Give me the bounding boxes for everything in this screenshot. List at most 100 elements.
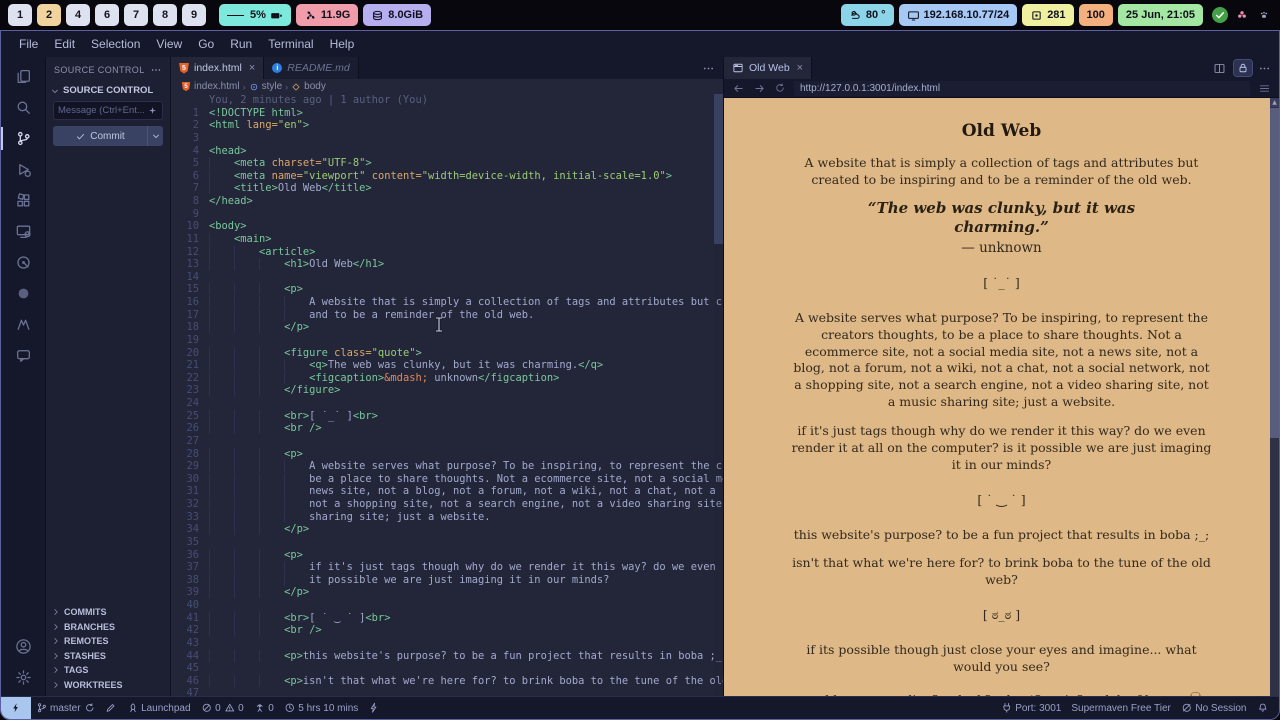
activity-docker[interactable] <box>1 278 45 309</box>
close-icon[interactable]: × <box>249 62 255 74</box>
network-badge[interactable]: 192.168.10.77/24 <box>898 4 1018 26</box>
menu-item-go[interactable]: Go <box>190 34 222 54</box>
code-editor[interactable]: You, 2 minutes ago | 1 author (You) 1 <!DO… <box>171 94 723 696</box>
line-content <box>209 687 723 696</box>
battery-badge[interactable]: 5% <box>219 4 291 26</box>
statusbar-port[interactable]: Port: 3001 <box>996 697 1067 719</box>
workspace-button-9[interactable]: 9 <box>182 4 206 26</box>
memory-badge[interactable]: 11.9G <box>295 4 359 26</box>
activity-live-share[interactable] <box>1 247 45 278</box>
statusbar-launchpad[interactable]: Launchpad <box>122 697 196 719</box>
activity-extensions[interactable] <box>1 185 45 216</box>
menu-item-terminal[interactable]: Terminal <box>260 34 321 54</box>
workspace-button-8[interactable]: 8 <box>153 4 177 26</box>
workspace-button-7[interactable]: 7 <box>124 4 148 26</box>
forward-icon[interactable] <box>753 82 766 95</box>
tray-flower[interactable] <box>1234 7 1250 23</box>
section-worktrees[interactable]: WORKTREES <box>46 678 170 693</box>
activity-search[interactable] <box>1 92 45 123</box>
preview-scrollbar-thumb[interactable] <box>1270 108 1279 438</box>
sparkle-icon[interactable] <box>147 105 158 116</box>
url-input[interactable]: http://127.0.0.1:3001/index.html <box>794 80 1250 96</box>
activity-remote-explorer[interactable] <box>1 216 45 247</box>
indent-guide <box>209 359 310 372</box>
activity-chat[interactable] <box>1 340 45 371</box>
lock-icon[interactable] <box>1233 59 1253 77</box>
volume-badge[interactable]: 100 <box>1078 4 1113 26</box>
section-branches[interactable]: BRANCHES <box>46 620 170 635</box>
menu-item-file[interactable]: File <box>11 34 46 54</box>
commit-message-input[interactable] <box>58 105 144 116</box>
source-control-section-row[interactable]: SOURCE CONTROL <box>46 83 170 98</box>
token: it possible we are just imaging it in ou… <box>309 573 610 586</box>
workspace-button-1[interactable]: 1 <box>8 4 32 26</box>
weather-badge[interactable]: 80 ° <box>840 4 894 26</box>
hamburger-menu-icon[interactable] <box>1258 82 1271 95</box>
commit-button[interactable]: Commit <box>53 126 163 146</box>
editor-scrollbar[interactable] <box>714 94 723 696</box>
tab-index-html[interactable]: 5 index.html × <box>171 57 265 79</box>
section-tags[interactable]: TAGS <box>46 663 170 678</box>
split-editor-icon[interactable] <box>1210 60 1228 76</box>
token: not a shopping site, not a search engine… <box>309 498 723 510</box>
activity-settings[interactable] <box>1 665 45 696</box>
menu-item-edit[interactable]: Edit <box>46 34 83 54</box>
statusbar-git-branch[interactable]: master <box>31 697 101 719</box>
workspace-button-2[interactable]: 2 <box>37 4 61 26</box>
breadcrumb-item-style[interactable]: style <box>262 81 283 92</box>
line-content: <br>[ ˙ ‿ ˙ ]<br> <box>209 611 723 625</box>
reload-icon[interactable] <box>774 82 786 94</box>
tray-paw[interactable] <box>1256 7 1272 23</box>
activity-accounts[interactable] <box>1 634 45 665</box>
line-number: 34 <box>186 523 199 536</box>
line-content: <meta charset="UTF-8"> <box>209 157 723 170</box>
disk-badge[interactable]: 8.0GiB <box>363 4 432 26</box>
menu-item-selection[interactable]: Selection <box>83 34 148 54</box>
preview-scrollbar[interactable]: ▲ <box>1270 98 1279 696</box>
code-line: 40 <box>171 599 723 612</box>
section-stashes[interactable]: STASHES <box>46 649 170 664</box>
menu-item-view[interactable]: View <box>148 34 190 54</box>
statusbar-session[interactable]: No Session <box>1176 697 1252 719</box>
statusbar-supermaven-status[interactable]: Supermaven Free Tier <box>1066 697 1176 719</box>
indent-guide <box>209 586 285 599</box>
statusbar-gitlens[interactable] <box>100 697 122 719</box>
activity-run-and-debug[interactable] <box>1 154 45 185</box>
statusbar-power-mode[interactable] <box>363 697 385 719</box>
activity-supermaven[interactable] <box>1 309 45 340</box>
breadcrumb-item-body[interactable]: body <box>304 81 326 92</box>
activity-source-control[interactable] <box>1 123 45 154</box>
breadcrumb-item-indexhtml[interactable]: index.html <box>194 81 240 92</box>
rendered-page: Old Web A website that is simply a collec… <box>724 98 1279 696</box>
editor-more-actions[interactable] <box>694 57 723 79</box>
editor-scrollbar-thumb[interactable] <box>714 94 723 244</box>
activity-explorer[interactable] <box>1 61 45 92</box>
workspace-button-4[interactable]: 4 <box>66 4 90 26</box>
tab-readme-md[interactable]: i README.md <box>264 57 359 79</box>
commit-dropdown[interactable] <box>147 126 163 146</box>
statusbar-problems[interactable]: 00 <box>196 697 249 719</box>
scroll-up-arrow[interactable]: ▲ <box>1270 98 1279 107</box>
more-actions-icon[interactable] <box>1258 62 1271 75</box>
workspace-button-6[interactable]: 6 <box>95 4 119 26</box>
menu-item-run[interactable]: Run <box>222 34 260 54</box>
menu-item-help[interactable]: Help <box>322 34 363 54</box>
statusbar-wakatime[interactable]: 5 hrs 10 mins <box>279 697 364 719</box>
tray-check[interactable] <box>1212 7 1228 23</box>
warn-icon <box>224 703 234 712</box>
datetime-badge[interactable]: 25 Jun, 21:05 <box>1117 4 1203 26</box>
code-line: 9 <box>171 208 723 221</box>
section-remotes[interactable]: REMOTES <box>46 634 170 649</box>
close-icon[interactable]: × <box>797 62 803 74</box>
back-icon[interactable] <box>732 82 745 95</box>
tab-old-web-preview[interactable]: Old Web × <box>724 57 813 79</box>
line-content: <br /> <box>209 624 723 637</box>
updates-badge[interactable]: 281 <box>1022 4 1074 26</box>
statusbar-feedback[interactable]: 0 <box>249 697 279 719</box>
statusbar-notifications[interactable] <box>1252 697 1274 719</box>
section-commits[interactable]: COMMITS <box>46 605 170 620</box>
statusbar-remote-indicator[interactable] <box>1 697 31 719</box>
indent-guide <box>209 245 260 258</box>
more-actions-icon[interactable] <box>150 64 162 76</box>
code-line: 3 <box>171 132 723 145</box>
